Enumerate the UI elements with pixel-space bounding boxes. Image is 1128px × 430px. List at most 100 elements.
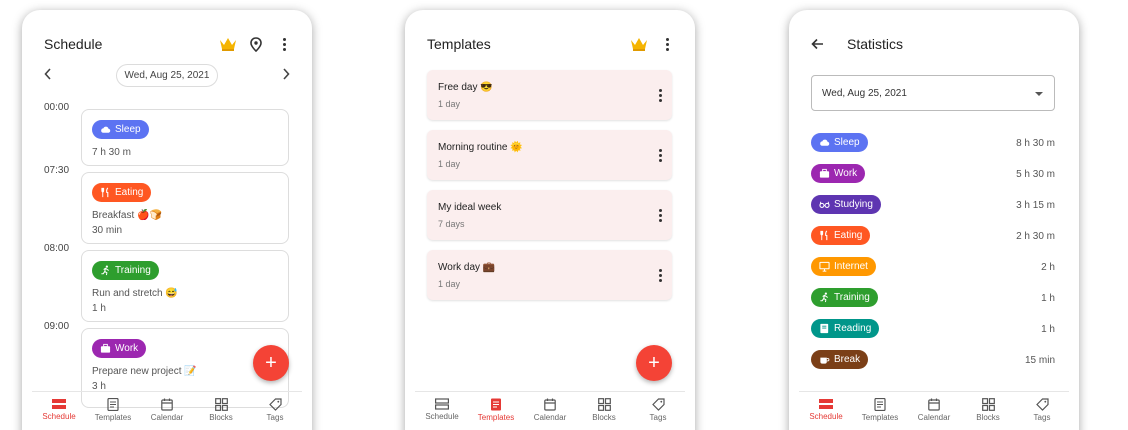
chevron-right-icon[interactable] [278,67,294,83]
nav-item-tags[interactable]: Tags [1015,392,1069,430]
nav-label: Blocks [976,413,1000,422]
more-options-icon[interactable] [653,32,681,56]
page-title: Statistics [847,36,904,52]
templates-icon [491,398,501,411]
tag-label: Training [115,265,151,276]
nav-label: Blocks [209,413,233,422]
stat-row[interactable]: Studying 3 h 15 m [811,195,1055,215]
stat-row[interactable]: Sleep 8 h 30 m [811,133,1055,153]
calendar-icon [161,398,173,411]
nav-item-templates[interactable]: Templates [469,392,523,430]
templates-appbar: Templates [427,32,681,56]
glasses-icon [819,201,830,208]
date-navigator: Wed, Aug 25, 2021 [40,62,294,88]
tag-chip: Training [811,288,878,307]
bottom-navigation: Schedule Templates Calendar Blocks Tags [32,391,302,430]
nav-item-calendar[interactable]: Calendar [140,392,194,430]
nav-item-schedule[interactable]: Schedule [799,392,853,430]
templates-icon [874,398,886,411]
book-icon [820,323,829,334]
nav-item-blocks[interactable]: Blocks [961,392,1015,430]
fork-knife-icon [820,230,828,241]
crown-icon[interactable] [214,32,242,56]
schedule-icon [435,398,449,410]
stat-row[interactable]: Reading 1 h [811,319,1055,339]
more-options-icon[interactable] [659,269,662,282]
template-item[interactable]: Free day 😎 1 day [427,70,672,120]
stat-row[interactable]: Work 5 h 30 m [811,164,1055,184]
stat-duration: 5 h 30 m [1016,169,1055,180]
coffee-icon [820,357,830,364]
time-label: 09:00 [44,321,70,332]
nav-label: Templates [477,413,515,422]
statistics-appbar: Statistics [811,32,1065,56]
stat-row[interactable]: Break 15 min [811,350,1055,370]
stat-duration: 2 h [1041,262,1055,273]
briefcase-icon [100,343,111,353]
stat-row[interactable]: Eating 2 h 30 m [811,226,1055,246]
nav-item-templates[interactable]: Templates [853,392,907,430]
back-arrow-icon[interactable] [811,32,847,56]
stat-row[interactable]: Internet 2 h [811,257,1055,277]
dropdown-arrow-icon [1035,92,1043,96]
tag-label: Sleep [115,124,141,135]
nav-label: Schedule [809,412,843,421]
date-picker-button[interactable]: Wed, Aug 25, 2021 [115,63,219,87]
nav-label: Calendar [533,413,567,422]
location-pin-icon[interactable] [242,32,270,56]
add-block-button[interactable]: + [253,345,289,381]
more-options-icon[interactable] [659,149,662,162]
tag-label: Studying [834,199,873,210]
template-item[interactable]: Work day 💼 1 day [427,250,672,300]
blocks-icon [981,398,995,411]
stat-row[interactable]: Training 1 h [811,288,1055,308]
nav-item-schedule[interactable]: Schedule [415,392,469,430]
stat-duration: 3 h 15 m [1016,200,1055,211]
block-note: Prepare new project 📝 [92,366,197,377]
stat-duration: 15 min [1024,355,1055,366]
schedule-block[interactable]: Sleep 7 h 30 m [81,109,289,166]
nav-label: Templates [94,413,132,422]
schedule-icon [52,399,66,409]
nav-item-schedule[interactable]: Schedule [32,392,86,430]
stat-duration: 1 h [1041,293,1055,304]
nav-item-tags[interactable]: Tags [248,392,302,430]
briefcase-icon [819,168,830,178]
tag-chip: Studying [811,195,881,214]
date-select[interactable]: Wed, Aug 25, 2021 [811,75,1055,111]
nav-item-tags[interactable]: Tags [631,392,685,430]
template-name: Free day 😎 [438,82,493,93]
nav-label: Blocks [592,413,616,422]
calendar-icon [544,398,556,411]
schedule-icon [819,399,833,409]
cloud-icon [101,126,111,133]
schedule-block[interactable]: Eating Breakfast 🍎🍞 30 min [81,172,289,244]
tag-label: Work [834,168,858,179]
time-label: 08:00 [44,243,70,254]
blocks-icon [214,398,228,411]
tag-label: Reading [834,323,872,334]
nav-item-calendar[interactable]: Calendar [523,392,577,430]
nav-item-calendar[interactable]: Calendar [907,392,961,430]
template-item[interactable]: My ideal week 7 days [427,190,672,240]
template-duration: 1 day [438,99,461,109]
more-options-icon[interactable] [270,32,298,56]
chevron-left-icon[interactable] [40,67,56,83]
more-options-icon[interactable] [659,89,662,102]
tag-icon [1035,398,1049,411]
nav-label: Templates [861,413,899,422]
runner-icon [101,265,109,276]
bottom-navigation: Schedule Templates Calendar Blocks Tags [415,391,685,430]
nav-item-blocks[interactable]: Blocks [577,392,631,430]
schedule-block[interactable]: Training Run and stretch 😅 1 h [81,250,289,322]
tag-chip: Work [811,164,866,183]
nav-item-blocks[interactable]: Blocks [194,392,248,430]
add-template-button[interactable]: + [636,345,672,381]
date-select-value: Wed, Aug 25, 2021 [822,88,907,99]
template-item[interactable]: Morning routine 🌞 1 day [427,130,672,180]
more-options-icon[interactable] [659,209,662,222]
template-duration: 7 days [438,219,465,229]
tag-chip: Training [92,261,159,280]
crown-icon[interactable] [625,32,653,56]
nav-item-templates[interactable]: Templates [86,392,140,430]
